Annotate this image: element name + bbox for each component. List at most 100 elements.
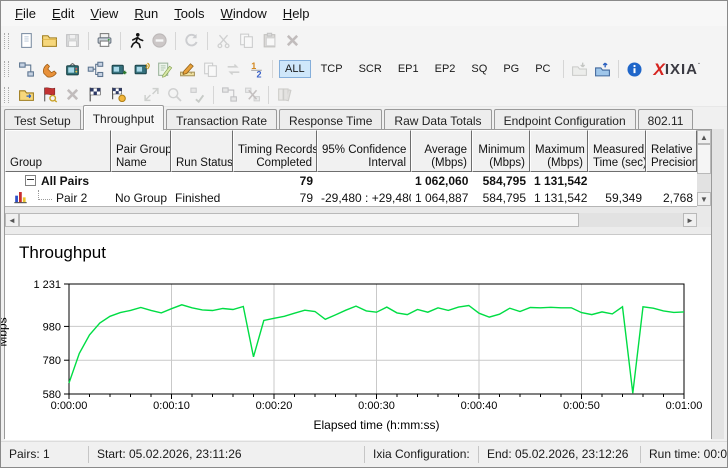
toolbar-separator xyxy=(175,31,176,50)
toolbar-grip[interactable] xyxy=(4,86,9,103)
menu-tools[interactable]: Tools xyxy=(166,3,212,24)
column-header-minimum-mbps-[interactable]: Minimum (Mbps) xyxy=(472,130,530,172)
collapse-group-button[interactable] xyxy=(25,174,36,186)
menu-file[interactable]: File xyxy=(7,3,44,24)
add-voip-pair-icon[interactable] xyxy=(38,59,61,80)
discard-results-icon xyxy=(61,84,84,105)
filter-button-ep1[interactable]: EP1 xyxy=(392,60,425,78)
y-tick-label: 1 231 xyxy=(33,279,61,291)
menu-view[interactable]: View xyxy=(82,3,126,24)
menu-window[interactable]: Window xyxy=(213,3,275,24)
save-test-icon xyxy=(61,30,84,51)
review-results-icon[interactable] xyxy=(107,84,130,105)
tab-response-time[interactable]: Response Time xyxy=(279,109,383,130)
pair-properties-icon[interactable] xyxy=(176,59,199,80)
cell-max: 1 131,542 xyxy=(534,190,588,205)
cell-avg: 1 062,060 xyxy=(415,173,469,188)
toolbar-separator xyxy=(213,85,214,104)
add-hardware-pair-icon[interactable] xyxy=(130,59,153,80)
column-header-relative-precision[interactable]: Relative Precision xyxy=(646,130,697,172)
y-tick-label: 780 xyxy=(43,355,61,367)
pane-splitter[interactable] xyxy=(5,227,711,234)
table-hscroll-thumb[interactable] xyxy=(19,213,579,227)
status-runtime: Run time: 00:01:00 xyxy=(649,447,727,461)
column-header-group[interactable]: Group xyxy=(5,130,111,172)
table-row-all-pairs[interactable]: All Pairs 79 1 062,060 584,795 1 131,542 xyxy=(5,172,697,189)
column-header-measured-time-sec-[interactable]: Measured Time (sec) xyxy=(588,130,646,172)
status-pairs: Pairs: 1 xyxy=(1,446,89,463)
status-end: End: 05.02.2026, 23:12:26 xyxy=(479,446,641,463)
column-header-timing-records-completed[interactable]: Timing Records Completed xyxy=(233,130,317,172)
edit-pair-icon[interactable] xyxy=(153,59,176,80)
info-icon[interactable] xyxy=(623,59,646,80)
pair-results-table: Group Pair Group Name Run Status Timing Reco… xyxy=(5,130,711,227)
cell-min: 584,795 xyxy=(482,173,526,188)
ixchariot-window: File Edit View Run Tools Window Help 1 2 ALL TCP S… xyxy=(0,0,728,468)
tab-endpoint-configuration[interactable]: Endpoint Configuration xyxy=(493,109,636,130)
table-vscroll-thumb[interactable] xyxy=(697,144,711,174)
replicate-pair-icon xyxy=(199,59,222,80)
link-pairs-icon xyxy=(218,84,241,105)
table-scroll-left-button[interactable]: ◄ xyxy=(5,213,19,227)
status-ixia-config: Ixia Configuration: xyxy=(365,446,479,463)
connect-endpoints-icon xyxy=(140,84,163,105)
menu-help[interactable]: Help xyxy=(275,3,318,24)
column-header-pair-group-name[interactable]: Pair Group Name xyxy=(111,130,171,172)
filter-button-sq[interactable]: SQ xyxy=(465,60,493,78)
status-start: Start: 05.02.2026, 23:11:26 xyxy=(89,446,365,463)
tab-test-setup[interactable]: Test Setup xyxy=(4,109,81,130)
results-report-icon[interactable] xyxy=(38,84,61,105)
copy-icon xyxy=(235,30,258,51)
toolbar-grip[interactable] xyxy=(4,61,9,77)
filter-button-all[interactable]: ALL xyxy=(279,60,311,78)
chart-title: Throughput xyxy=(19,243,106,262)
open-results-icon[interactable] xyxy=(15,84,38,105)
tab-raw-data-totals[interactable]: Raw Data Totals xyxy=(384,109,492,130)
cell-label: Pair 2 xyxy=(5,188,111,208)
column-header-average-mbps-[interactable]: Average (Mbps) xyxy=(411,130,472,172)
toolbar-separator xyxy=(562,60,564,78)
cell-precision: 2,768 xyxy=(662,190,693,205)
add-video-multicast-icon[interactable] xyxy=(107,59,130,80)
export-results-icon[interactable] xyxy=(591,59,614,80)
new-test-icon[interactable] xyxy=(15,30,38,51)
add-video-pair-icon[interactable] xyxy=(61,59,84,80)
table-scroll-up-button[interactable]: ▲ xyxy=(697,130,711,144)
toolbar-separator xyxy=(272,60,273,78)
table-scroll-down-button[interactable]: ▼ xyxy=(697,192,711,206)
tab-802-11[interactable]: 802.11 xyxy=(637,109,694,130)
print-icon[interactable] xyxy=(93,30,116,51)
tab-throughput[interactable]: Throughput xyxy=(82,105,165,130)
compare-results-icon[interactable] xyxy=(84,84,107,105)
open-test-icon[interactable] xyxy=(38,30,61,51)
toolbar-separator xyxy=(207,31,208,50)
stop-test-icon xyxy=(148,30,171,51)
filter-button-pg[interactable]: PG xyxy=(497,60,525,78)
column-header-run-status[interactable]: Run Status xyxy=(171,130,233,172)
table-row-pair[interactable]: Pair 2 No Group Finished 79 -29,480 : +29,48… xyxy=(5,189,697,206)
group-label: All Pairs xyxy=(41,173,90,188)
x-tick-label: 0:01:00 xyxy=(666,400,703,412)
toolbar-separator xyxy=(88,31,89,50)
add-multicast-group-icon[interactable] xyxy=(84,59,107,80)
cell-pair_group: No Group xyxy=(115,190,168,205)
pair-numbering-icon[interactable]: 12 xyxy=(245,59,268,80)
filter-button-scr[interactable]: SCR xyxy=(353,60,388,78)
menu-edit[interactable]: Edit xyxy=(44,3,82,24)
cell-status: Finished xyxy=(175,190,221,205)
x-tick-label: 0:00:10 xyxy=(153,400,190,412)
table-scroll-right-button[interactable]: ► xyxy=(683,213,697,227)
add-pair-icon[interactable] xyxy=(15,59,38,80)
menu-run[interactable]: Run xyxy=(126,3,166,24)
filter-button-tcp[interactable]: TCP xyxy=(315,60,349,78)
filter-button-pc[interactable]: PC xyxy=(529,60,556,78)
toolbar-grip[interactable] xyxy=(4,32,9,49)
delete-icon xyxy=(281,30,304,51)
tree-branch-line xyxy=(38,189,52,200)
column-header-95-confidence-interval[interactable]: 95% Confidence Interval xyxy=(317,130,411,172)
tab-transaction-rate[interactable]: Transaction Rate xyxy=(166,109,278,130)
column-header-maximum-mbps-[interactable]: Maximum (Mbps) xyxy=(530,130,588,172)
run-test-icon[interactable] xyxy=(125,30,148,51)
toolbar-separator xyxy=(268,85,269,104)
filter-button-ep2[interactable]: EP2 xyxy=(429,60,462,78)
